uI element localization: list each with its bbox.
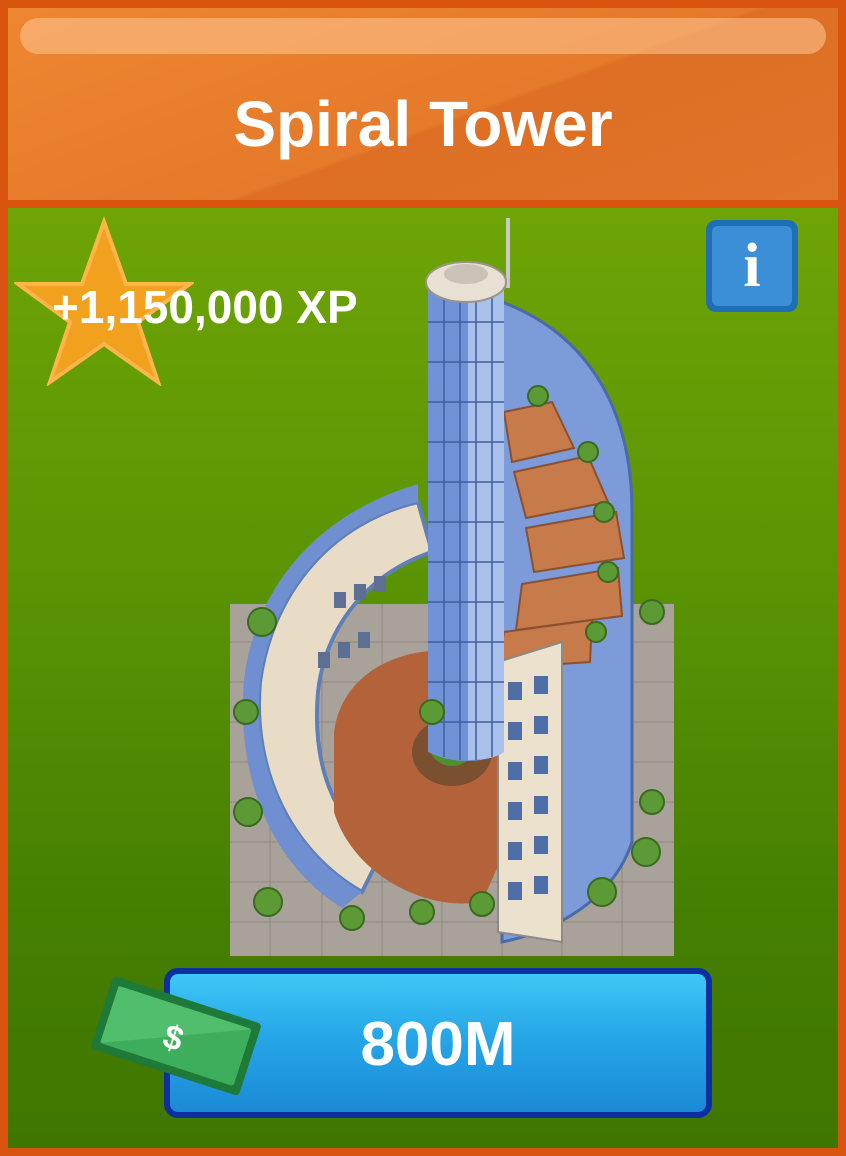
card-header: Spiral Tower	[8, 8, 838, 200]
info-glyph: i	[743, 232, 761, 300]
card-title: Spiral Tower	[233, 88, 613, 160]
info-button[interactable]: i	[706, 220, 798, 312]
header-gloss	[20, 18, 826, 54]
spiral-tower-building-image	[230, 218, 674, 956]
info-icon: i	[712, 226, 792, 306]
header-divider	[8, 200, 838, 208]
money-bill-icon: $	[91, 976, 261, 1096]
